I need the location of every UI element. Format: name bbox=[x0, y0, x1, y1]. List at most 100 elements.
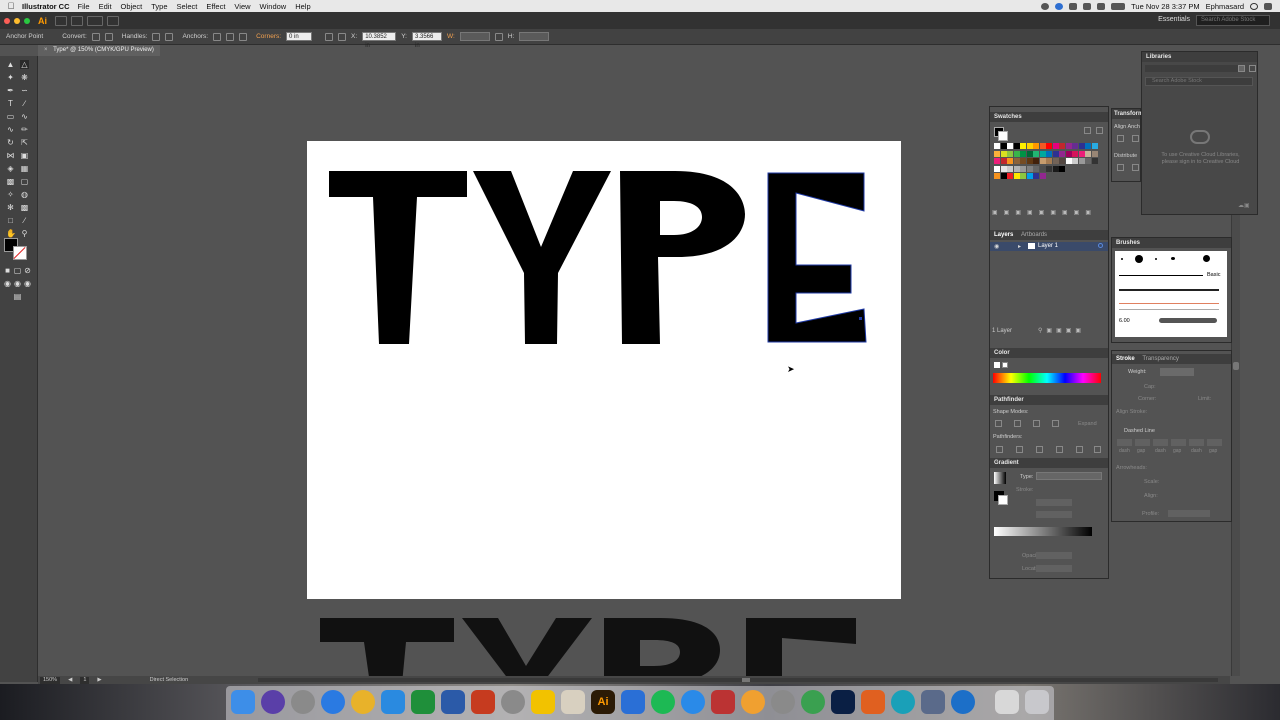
draw-behind-icon[interactable]: ◉ bbox=[13, 279, 22, 288]
safari-icon[interactable] bbox=[321, 690, 345, 714]
corners-label[interactable]: Corners: bbox=[256, 33, 281, 40]
selection-tool-icon[interactable]: ▲ bbox=[6, 60, 15, 69]
color-swatch[interactable] bbox=[1039, 143, 1046, 149]
zoom-window-button[interactable] bbox=[24, 17, 30, 24]
mesh-tool-icon[interactable]: ▩ bbox=[6, 177, 15, 186]
color-swatch[interactable] bbox=[1000, 150, 1007, 157]
vertical-scroll-thumb[interactable] bbox=[1233, 362, 1239, 370]
stroke-color-swatch[interactable] bbox=[13, 246, 27, 260]
launchpad-icon[interactable] bbox=[501, 690, 525, 714]
dash-gap-field[interactable] bbox=[1117, 439, 1132, 446]
color-swatch[interactable] bbox=[1091, 158, 1098, 164]
color-swatch[interactable] bbox=[1059, 150, 1065, 157]
distribute-center-icon[interactable] bbox=[1132, 164, 1139, 171]
drawing-mode-icon[interactable]: ◉ bbox=[3, 279, 12, 288]
shaper-tool-icon[interactable]: ∿ bbox=[6, 125, 15, 134]
dashed-line-checkbox[interactable]: Dashed Line bbox=[1124, 428, 1155, 434]
color-swatch[interactable] bbox=[1007, 165, 1013, 172]
color-swatch[interactable] bbox=[1065, 150, 1072, 157]
illustrator-dock-icon[interactable]: Ai bbox=[591, 690, 615, 714]
menu-object[interactable]: Object bbox=[121, 2, 143, 11]
wifi-icon[interactable] bbox=[1083, 2, 1092, 10]
document-tab[interactable]: × Type* @ 150% (CMYK/GPU Preview) bbox=[38, 45, 160, 56]
convert-to-corner-icon[interactable] bbox=[91, 32, 100, 41]
color-swatch[interactable] bbox=[1000, 165, 1007, 172]
utility-app-icon[interactable] bbox=[921, 690, 945, 714]
artboard-nav-next-icon[interactable]: ▶ bbox=[97, 677, 101, 683]
crop-icon[interactable] bbox=[1056, 446, 1063, 453]
color-swatch[interactable] bbox=[1020, 150, 1026, 157]
layer-target-icon[interactable] bbox=[1098, 243, 1103, 248]
color-swatch[interactable] bbox=[1059, 158, 1065, 164]
documents-stack-icon[interactable] bbox=[995, 690, 1019, 714]
gpu-performance-icon[interactable] bbox=[107, 15, 119, 26]
color-swatch[interactable] bbox=[1026, 150, 1033, 157]
color-swatch[interactable] bbox=[1007, 173, 1013, 179]
minimize-window-button[interactable] bbox=[14, 17, 20, 24]
cc-status-icon[interactable] bbox=[1055, 2, 1064, 10]
menu-type[interactable]: Type bbox=[151, 2, 167, 11]
color-swatch[interactable] bbox=[1065, 143, 1072, 149]
brush-dot-2[interactable] bbox=[1135, 255, 1143, 263]
menu-effect[interactable]: Effect bbox=[206, 2, 225, 11]
free-transform-tool-icon[interactable]: ▣ bbox=[20, 151, 29, 160]
color-swatch[interactable] bbox=[1000, 173, 1007, 179]
stock-button[interactable] bbox=[71, 15, 83, 26]
column-graph-tool-icon[interactable]: ▩ bbox=[20, 203, 29, 212]
expand-button[interactable]: Expand bbox=[1078, 421, 1097, 427]
color-swatch[interactable] bbox=[1020, 158, 1026, 164]
app-icon-running[interactable] bbox=[531, 690, 555, 714]
color-swatch[interactable] bbox=[1052, 143, 1059, 149]
app-store-icon[interactable] bbox=[681, 690, 705, 714]
color-swatch[interactable] bbox=[1013, 173, 1020, 179]
trash-icon[interactable] bbox=[1025, 690, 1049, 714]
y-position-field[interactable]: 3.3566 in bbox=[412, 32, 442, 49]
color-swatch[interactable] bbox=[1039, 150, 1046, 157]
width-tool-icon[interactable]: ⋈ bbox=[6, 151, 15, 160]
color-swatch[interactable] bbox=[1033, 173, 1039, 179]
color-swatch[interactable] bbox=[1085, 158, 1091, 164]
color-swatch[interactable] bbox=[1059, 165, 1065, 172]
horizontal-scroll-thumb[interactable] bbox=[742, 678, 750, 682]
menu-app-name[interactable]: Illustrator CC bbox=[22, 2, 70, 11]
unite-icon[interactable] bbox=[995, 420, 1002, 427]
tab-transparency[interactable]: Transparency bbox=[1142, 356, 1178, 362]
color-swatch[interactable] bbox=[1033, 165, 1039, 172]
color-swatch[interactable] bbox=[994, 173, 1000, 179]
dash-gap-field[interactable] bbox=[1189, 439, 1204, 446]
swatch-stroke-preview[interactable] bbox=[998, 131, 1008, 141]
pathfinder-panel-title[interactable]: Pathfinder bbox=[990, 395, 1108, 405]
color-swatch[interactable] bbox=[994, 165, 1000, 172]
gradient-angle-field[interactable] bbox=[1036, 499, 1072, 506]
artboard-nav-first-icon[interactable]: ◀ bbox=[68, 677, 72, 683]
finder-icon[interactable] bbox=[231, 690, 255, 714]
arrange-documents-button[interactable] bbox=[87, 15, 103, 26]
letter-y-shape[interactable] bbox=[473, 171, 613, 346]
photoshop-icon[interactable] bbox=[831, 690, 855, 714]
color-swatch[interactable] bbox=[1052, 158, 1059, 164]
gradient-type-select[interactable] bbox=[1036, 472, 1102, 480]
color-swatch[interactable] bbox=[1026, 158, 1033, 164]
rectangle-tool-icon[interactable]: ▭ bbox=[6, 112, 15, 121]
brush-list[interactable]: Basic 6.00 bbox=[1115, 251, 1227, 337]
swatches-panel-title[interactable]: Swatches bbox=[990, 112, 1108, 122]
color-swatch[interactable] bbox=[1039, 173, 1046, 179]
list-view-icon[interactable] bbox=[1084, 127, 1091, 134]
library-select[interactable] bbox=[1145, 65, 1241, 72]
color-none-swatch[interactable] bbox=[994, 362, 1000, 368]
gradient-panel-title[interactable]: Gradient bbox=[990, 458, 1108, 468]
letter-p-shape[interactable] bbox=[620, 171, 750, 346]
system-preferences-icon[interactable] bbox=[291, 690, 315, 714]
color-swatch[interactable] bbox=[1020, 165, 1026, 172]
notification-center-icon[interactable] bbox=[1264, 2, 1272, 10]
powerpoint-icon[interactable] bbox=[471, 690, 495, 714]
menu-select[interactable]: Select bbox=[177, 2, 198, 11]
stock-search-input[interactable]: Search Adobe Stock bbox=[1196, 15, 1270, 26]
color-panel-title[interactable]: Color bbox=[990, 348, 1108, 358]
zoom-level-field[interactable]: 150% bbox=[40, 676, 61, 684]
gradient-mode-icon[interactable]: ▢ bbox=[13, 266, 22, 275]
scale-tool-icon[interactable]: ⇱ bbox=[20, 138, 29, 147]
color-swatch[interactable] bbox=[1065, 158, 1072, 164]
align-options-icon[interactable] bbox=[325, 32, 334, 41]
color-swatch[interactable] bbox=[1039, 158, 1046, 164]
